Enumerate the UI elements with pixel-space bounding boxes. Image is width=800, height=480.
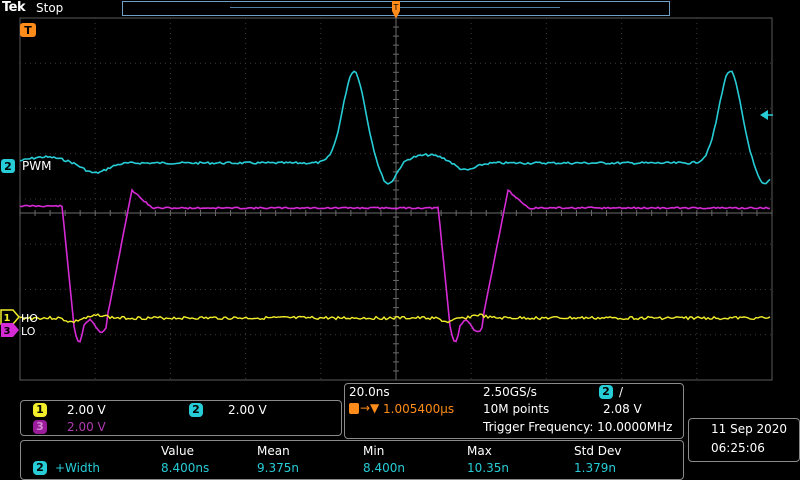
meas-max: 10.35n [467,461,509,475]
trigger-level-letter: T [24,24,32,37]
graticule [19,17,773,381]
meas-min: 8.400n [363,461,405,475]
meas-stddev: 1.379n [574,461,616,475]
trigger-source-badge: 2 [599,385,613,399]
ch2-scale: 2.00 V [228,403,267,417]
svg-text:3: 3 [4,326,11,337]
ch3-scale: 2.00 V [67,420,106,434]
svg-text:2: 2 [4,160,12,173]
meas-value: 8.400ns [161,461,210,475]
trigger-delay-icon [349,403,359,414]
ch1-badge[interactable]: 1 [33,403,47,417]
trigger-level: 2.08 V [603,402,642,416]
meas-header-mean: Mean [257,444,290,458]
record-length: 10M points [483,402,550,416]
sample-rate: 2.50GS/s [483,385,537,399]
datetime-panel: 11 Sep 2020 06:25:06 [688,418,800,462]
vertical-scale-panel[interactable]: 1 2.00 V 2 2.00 V 3 2.00 V [20,400,342,436]
ch2-badge[interactable]: 2 [189,403,203,417]
svg-text:1: 1 [4,313,11,324]
time: 06:25:06 [711,441,765,455]
ch2-waveform [19,70,771,185]
ch1-waveform [19,313,771,324]
ch3-badge[interactable]: 3 [33,420,47,434]
trigger-delay-arrow-icon: →▼ [360,401,380,415]
meas-header-max: Max [467,444,492,458]
time-per-division: 20.0ns [349,385,390,399]
measurement-panel[interactable]: Value Mean Min Max Std Dev 2 +Width 8.40… [20,440,684,480]
meas-name: +Width [55,461,100,475]
trigger-level-marker-left[interactable]: T [20,23,36,37]
ch2-label: PWM [22,159,51,173]
trigger-slope: / [619,385,624,399]
meas-header-min: Min [363,444,385,458]
ch2-ground-marker[interactable]: 2 [1,159,15,173]
ch1-ground-marker[interactable]: 1 [0,309,20,325]
trigger-frequency: Trigger Frequency: 10.0000MHz [483,420,673,434]
ch3-ground-marker[interactable]: 3 [1,323,19,337]
ch3-label: LO [21,325,36,338]
meas-source-badge[interactable]: 2 [33,461,47,475]
acquisition-panel[interactable]: 20.0ns 2.50GS/s 2 / →▼ 1.005400µs 10M po… [344,383,684,439]
trigger-position: 1.005400µs [383,402,455,416]
meas-header-stddev: Std Dev [574,444,622,458]
ch1-scale: 2.00 V [67,403,106,417]
date: 11 Sep 2020 [711,422,788,436]
meas-mean: 9.375n [257,461,299,475]
meas-header-value: Value [161,444,194,458]
ch1-label: HO [21,312,38,325]
